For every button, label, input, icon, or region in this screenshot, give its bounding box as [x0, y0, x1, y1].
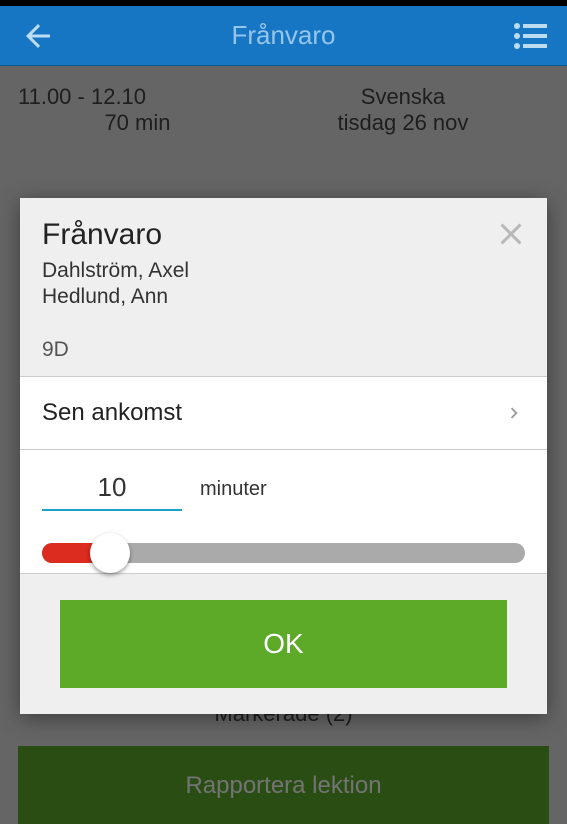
minutes-row: minuter — [20, 449, 547, 515]
minutes-slider-row — [20, 515, 547, 573]
page-body: 11.00 - 12.10 70 min Svenska tisdag 26 n… — [0, 66, 567, 824]
minutes-slider[interactable] — [42, 543, 525, 563]
chevron-right-icon — [503, 402, 525, 424]
slider-thumb[interactable] — [90, 533, 130, 573]
app-header: Frånvaro — [0, 6, 567, 66]
back-arrow-icon[interactable] — [20, 18, 60, 54]
student-name: Dahlström, Axel — [42, 258, 525, 284]
absence-modal: Frånvaro Dahlström, Axel Hedlund, Ann 9D… — [20, 198, 547, 714]
reason-row[interactable]: Sen ankomst — [20, 376, 547, 449]
modal-header: Frånvaro Dahlström, Axel Hedlund, Ann 9D — [20, 198, 547, 376]
student-name: Hedlund, Ann — [42, 284, 525, 310]
class-label: 9D — [42, 338, 525, 362]
ok-button[interactable]: OK — [60, 600, 507, 688]
minutes-input[interactable] — [42, 468, 182, 511]
menu-list-icon[interactable] — [507, 22, 547, 50]
modal-title: Frånvaro — [42, 218, 525, 252]
close-icon[interactable] — [493, 216, 529, 252]
minutes-unit-label: minuter — [200, 478, 267, 501]
page-title: Frånvaro — [60, 20, 507, 51]
reason-label: Sen ankomst — [42, 399, 182, 427]
